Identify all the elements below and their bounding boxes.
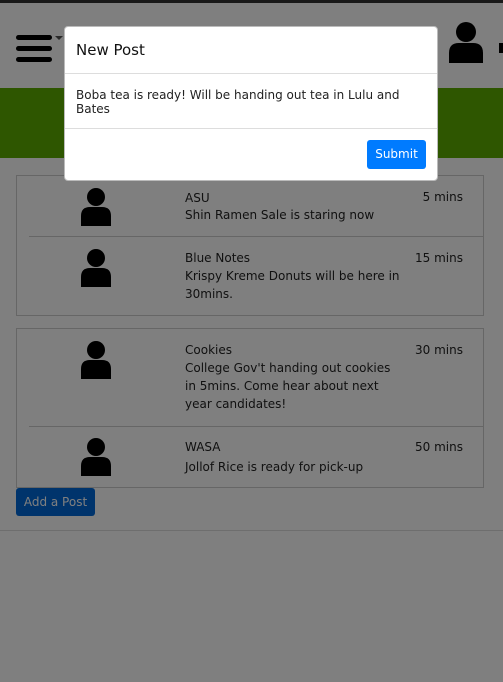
new-post-modal: New Post Boba tea is ready! Will be hand… xyxy=(64,26,438,181)
modal-footer-divider xyxy=(65,128,437,129)
modal-title: New Post xyxy=(76,41,145,59)
submit-button[interactable]: Submit xyxy=(367,140,426,169)
modal-header: New Post xyxy=(65,27,437,74)
modal-body-text[interactable]: Boba tea is ready! Will be handing out t… xyxy=(76,88,437,116)
